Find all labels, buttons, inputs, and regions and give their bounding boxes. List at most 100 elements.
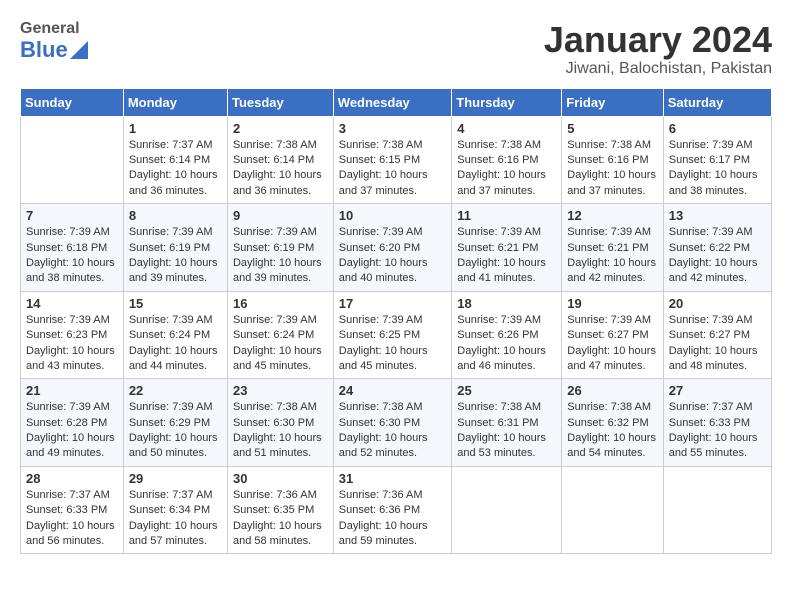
day-number: 6 bbox=[669, 121, 766, 136]
calendar-cell: 29Sunrise: 7:37 AMSunset: 6:34 PMDayligh… bbox=[123, 466, 227, 554]
calendar-cell: 8 Sunrise: 7:39 AMSunset: 6:19 PMDaylight… bbox=[123, 204, 227, 292]
calendar-cell: 2 Sunrise: 7:38 AMSunset: 6:14 PMDaylight… bbox=[227, 116, 333, 204]
calendar-cell: 14 Sunrise: 7:39 AMSunset: 6:23 PMDayligh… bbox=[21, 291, 124, 379]
calendar-cell: 11 Sunrise: 7:39 AMSunset: 6:21 PMDayligh… bbox=[452, 204, 562, 292]
calendar-cell: 23 Sunrise: 7:38 AMSunset: 6:30 PMDayligh… bbox=[227, 379, 333, 467]
calendar-cell: 3Sunrise: 7:38 AMSunset: 6:15 PMDaylight… bbox=[333, 116, 451, 204]
day-info: Sunrise: 7:36 AMSunset: 6:36 PMDaylight:… bbox=[339, 488, 446, 550]
day-number: 25 bbox=[457, 383, 556, 398]
page-header: General Blue January 2024 Jiwani, Baloch… bbox=[20, 20, 772, 78]
day-number: 16 bbox=[233, 296, 328, 311]
day-info: Sunrise: 7:39 AMSunset: 6:27 PMDaylight:… bbox=[567, 313, 657, 375]
day-number: 27 bbox=[669, 383, 766, 398]
calendar-cell: 12Sunrise: 7:39 AMSunset: 6:21 PMDayligh… bbox=[562, 204, 663, 292]
day-info: Sunrise: 7:39 AMSunset: 6:20 PMDaylight:… bbox=[339, 225, 446, 287]
day-info: Sunrise: 7:38 AMSunset: 6:30 PMDaylight:… bbox=[233, 400, 328, 462]
day-info: Sunrise: 7:38 AMSunset: 6:32 PMDaylight:… bbox=[567, 400, 657, 462]
day-info: Sunrise: 7:39 AMSunset: 6:21 PMDaylight:… bbox=[457, 225, 556, 287]
day-number: 3 bbox=[339, 121, 446, 136]
day-number: 21 bbox=[26, 383, 118, 398]
day-info: Sunrise: 7:39 AMSunset: 6:29 PMDaylight:… bbox=[129, 400, 222, 462]
day-info: Sunrise: 7:39 AMSunset: 6:22 PMDaylight:… bbox=[669, 225, 766, 287]
day-number: 20 bbox=[669, 296, 766, 311]
day-info: Sunrise: 7:39 AMSunset: 6:25 PMDaylight:… bbox=[339, 313, 446, 375]
day-info: Sunrise: 7:39 AMSunset: 6:23 PMDaylight:… bbox=[26, 313, 118, 375]
day-number: 22 bbox=[129, 383, 222, 398]
calendar-cell: 25Sunrise: 7:38 AMSunset: 6:31 PMDayligh… bbox=[452, 379, 562, 467]
day-info: Sunrise: 7:39 AMSunset: 6:24 PMDaylight:… bbox=[233, 313, 328, 375]
header-sunday: Sunday bbox=[21, 88, 124, 116]
header-thursday: Thursday bbox=[452, 88, 562, 116]
day-number: 26 bbox=[567, 383, 657, 398]
day-number: 8 bbox=[129, 208, 222, 223]
day-number: 2 bbox=[233, 121, 328, 136]
calendar-cell bbox=[452, 466, 562, 554]
calendar-cell: 22 Sunrise: 7:39 AMSunset: 6:29 PMDayligh… bbox=[123, 379, 227, 467]
day-info: Sunrise: 7:37 AMSunset: 6:34 PMDaylight:… bbox=[129, 488, 222, 550]
day-info: Sunrise: 7:39 AMSunset: 6:17 PMDaylight:… bbox=[669, 138, 766, 200]
day-number: 9 bbox=[233, 208, 328, 223]
day-number: 11 bbox=[457, 208, 556, 223]
day-info: Sunrise: 7:38 AMSunset: 6:16 PMDaylight:… bbox=[457, 138, 556, 200]
calendar-cell bbox=[663, 466, 771, 554]
day-number: 19 bbox=[567, 296, 657, 311]
header-tuesday: Tuesday bbox=[227, 88, 333, 116]
day-info: Sunrise: 7:37 AMSunset: 6:33 PMDaylight:… bbox=[669, 400, 766, 462]
calendar-cell: 21 Sunrise: 7:39 AMSunset: 6:28 PMDayligh… bbox=[21, 379, 124, 467]
day-number: 14 bbox=[26, 296, 118, 311]
day-number: 23 bbox=[233, 383, 328, 398]
day-info: Sunrise: 7:39 AMSunset: 6:24 PMDaylight:… bbox=[129, 313, 222, 375]
calendar-cell: 9 Sunrise: 7:39 AMSunset: 6:19 PMDaylight… bbox=[227, 204, 333, 292]
calendar-cell: 27 Sunrise: 7:37 AMSunset: 6:33 PMDayligh… bbox=[663, 379, 771, 467]
day-number: 5 bbox=[567, 121, 657, 136]
calendar-cell: 31Sunrise: 7:36 AMSunset: 6:36 PMDayligh… bbox=[333, 466, 451, 554]
calendar-cell: 1Sunrise: 7:37 AMSunset: 6:14 PMDaylight… bbox=[123, 116, 227, 204]
header-wednesday: Wednesday bbox=[333, 88, 451, 116]
day-info: Sunrise: 7:38 AMSunset: 6:16 PMDaylight:… bbox=[567, 138, 657, 200]
title-area: January 2024 Jiwani, Balochistan, Pakist… bbox=[544, 20, 772, 78]
header-monday: Monday bbox=[123, 88, 227, 116]
header-saturday: Saturday bbox=[663, 88, 771, 116]
day-number: 10 bbox=[339, 208, 446, 223]
calendar-cell: 26 Sunrise: 7:38 AMSunset: 6:32 PMDayligh… bbox=[562, 379, 663, 467]
calendar-cell: 19 Sunrise: 7:39 AMSunset: 6:27 PMDayligh… bbox=[562, 291, 663, 379]
day-number: 13 bbox=[669, 208, 766, 223]
day-info: Sunrise: 7:39 AMSunset: 6:19 PMDaylight:… bbox=[129, 225, 222, 287]
day-info: Sunrise: 7:37 AMSunset: 6:14 PMDaylight:… bbox=[129, 138, 222, 200]
day-number: 28 bbox=[26, 471, 118, 486]
day-number: 4 bbox=[457, 121, 556, 136]
day-info: Sunrise: 7:36 AMSunset: 6:35 PMDaylight:… bbox=[233, 488, 328, 550]
calendar-cell bbox=[21, 116, 124, 204]
day-info: Sunrise: 7:39 AMSunset: 6:19 PMDaylight:… bbox=[233, 225, 328, 287]
logo-general-text: General bbox=[20, 20, 88, 38]
calendar-cell: 7Sunrise: 7:39 AMSunset: 6:18 PMDaylight… bbox=[21, 204, 124, 292]
day-number: 24 bbox=[339, 383, 446, 398]
logo: General Blue bbox=[20, 20, 88, 62]
day-number: 15 bbox=[129, 296, 222, 311]
calendar-cell: 18Sunrise: 7:39 AMSunset: 6:26 PMDayligh… bbox=[452, 291, 562, 379]
logo-blue-text: Blue bbox=[20, 38, 88, 62]
day-number: 17 bbox=[339, 296, 446, 311]
header-friday: Friday bbox=[562, 88, 663, 116]
week-row-1: 7Sunrise: 7:39 AMSunset: 6:18 PMDaylight… bbox=[21, 204, 772, 292]
week-row-3: 21 Sunrise: 7:39 AMSunset: 6:28 PMDayligh… bbox=[21, 379, 772, 467]
day-number: 30 bbox=[233, 471, 328, 486]
calendar-cell: 4 Sunrise: 7:38 AMSunset: 6:16 PMDaylight… bbox=[452, 116, 562, 204]
calendar-cell: 16 Sunrise: 7:39 AMSunset: 6:24 PMDayligh… bbox=[227, 291, 333, 379]
page-subtitle: Jiwani, Balochistan, Pakistan bbox=[544, 60, 772, 78]
calendar-cell: 28 Sunrise: 7:37 AMSunset: 6:33 PMDayligh… bbox=[21, 466, 124, 554]
week-row-4: 28 Sunrise: 7:37 AMSunset: 6:33 PMDayligh… bbox=[21, 466, 772, 554]
calendar-table: SundayMondayTuesdayWednesdayThursdayFrid… bbox=[20, 88, 772, 555]
day-number: 12 bbox=[567, 208, 657, 223]
day-info: Sunrise: 7:38 AMSunset: 6:14 PMDaylight:… bbox=[233, 138, 328, 200]
day-info: Sunrise: 7:39 AMSunset: 6:18 PMDaylight:… bbox=[26, 225, 118, 287]
page-title: January 2024 bbox=[544, 20, 772, 60]
calendar-cell: 5 Sunrise: 7:38 AMSunset: 6:16 PMDaylight… bbox=[562, 116, 663, 204]
calendar-cell: 6 Sunrise: 7:39 AMSunset: 6:17 PMDaylight… bbox=[663, 116, 771, 204]
calendar-cell: 24Sunrise: 7:38 AMSunset: 6:30 PMDayligh… bbox=[333, 379, 451, 467]
calendar-cell: 20 Sunrise: 7:39 AMSunset: 6:27 PMDayligh… bbox=[663, 291, 771, 379]
day-info: Sunrise: 7:39 AMSunset: 6:27 PMDaylight:… bbox=[669, 313, 766, 375]
day-info: Sunrise: 7:37 AMSunset: 6:33 PMDaylight:… bbox=[26, 488, 118, 550]
logo-icon bbox=[70, 41, 88, 59]
day-info: Sunrise: 7:39 AMSunset: 6:28 PMDaylight:… bbox=[26, 400, 118, 462]
